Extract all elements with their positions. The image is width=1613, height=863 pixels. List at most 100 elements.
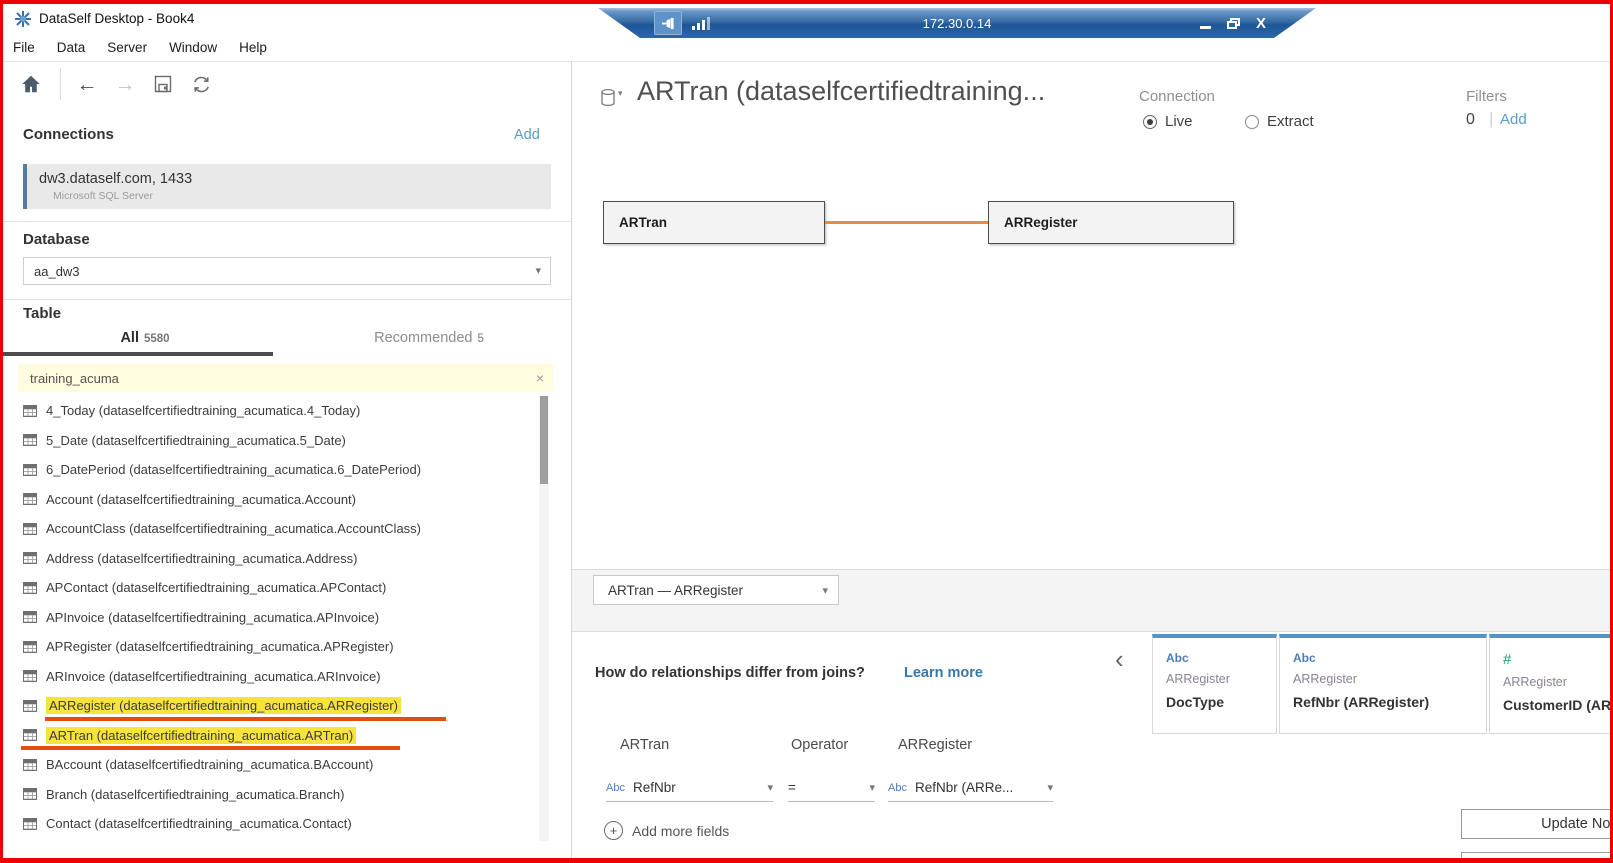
table-search: × [18,364,553,392]
sidebar-main-divider [571,61,572,858]
tab-recommended[interactable]: Recommended5 [287,324,571,356]
connection-live-option[interactable]: Live [1143,113,1193,130]
rdp-pin-button[interactable] [654,11,682,35]
table-list-item[interactable]: Address (dataselfcertifiedtraining_acuma… [20,544,536,574]
datasource-icon[interactable]: ▾ [600,88,617,113]
menu-help[interactable]: Help [239,37,279,58]
table-list-item-arregister-highlighted[interactable]: ARRegister (dataselfcertifiedtraining_ac… [20,691,536,721]
relationship-pair-value: ARTran — ARRegister [608,583,743,598]
rdp-close-button[interactable]: X [1256,15,1266,32]
filters-label: Filters [1466,88,1507,105]
table-list-item[interactable]: 5_Date (dataselfcertifiedtraining_acumat… [20,426,536,456]
app-logo-icon [14,10,32,28]
table-grid-icon [23,493,37,505]
abc-type-icon: Abc [606,782,625,794]
relationship-pair-select[interactable]: ARTran — ARRegister ▾ [593,575,839,605]
search-input[interactable] [18,370,527,387]
update-now-button[interactable]: Update Now [1461,809,1613,839]
preview-column-doctype[interactable]: Abc ARRegister DocType [1152,634,1277,734]
connection-extract-option[interactable]: Extract [1245,113,1314,130]
preview-column-refnbr[interactable]: Abc ARRegister RefNbr (ARRegister) [1279,634,1487,734]
home-button[interactable] [17,70,45,98]
clear-search-icon[interactable]: × [527,370,553,386]
connection-server: dw3.dataself.com, 1433 [39,171,551,187]
operator-header: Operator [791,737,848,753]
table-list-item[interactable]: Branch (dataselfcertifiedtraining_acumat… [20,780,536,810]
menu-data[interactable]: Data [57,37,98,58]
table-list-item[interactable]: Contact (dataselfcertifiedtraining_acuma… [20,809,536,839]
menu-server[interactable]: Server [107,37,159,58]
radio-live-selected[interactable] [1143,115,1157,129]
chevron-down-icon: ▾ [869,781,875,794]
column-table-name: ARRegister [1166,672,1276,686]
add-filter-link[interactable]: Add [1500,111,1527,128]
table-grid-icon [23,582,37,594]
table-grid-icon [23,464,37,476]
abc-type-icon: Abc [888,782,907,794]
add-more-fields-button[interactable]: + Add more fields [604,821,729,840]
toolbar-separator [60,68,61,100]
menubar-divider [3,61,1610,62]
refresh-button[interactable] [187,70,215,98]
rdp-minimize-button[interactable] [1200,26,1211,29]
table-grid-icon [23,788,37,800]
connection-type: Microsoft SQL Server [53,190,551,202]
preview-column-customerid[interactable]: # ARRegister CustomerID (AR [1489,634,1613,734]
column-field-name: DocType [1166,694,1276,710]
table-grid-icon [23,729,37,741]
rdp-restore-button[interactable] [1227,18,1240,29]
collapse-panel-chevron[interactable]: ‹ [1115,646,1124,672]
table-list: 4_Today (dataselfcertifiedtraining_acuma… [20,396,536,839]
table-list-item[interactable]: APContact (dataselfcertifiedtraining_acu… [20,573,536,603]
menu-file[interactable]: File [13,37,47,58]
scrollbar-thumb[interactable] [540,396,548,484]
column-table-name: ARRegister [1293,672,1486,686]
table-list-item[interactable]: 6_DatePeriod (dataselfcertifiedtraining_… [20,455,536,485]
table-list-item[interactable]: Account (dataselfcertifiedtraining_acuma… [20,485,536,515]
radio-extract[interactable] [1245,115,1259,129]
table-list-item[interactable]: AccountClass (dataselfcertifiedtraining_… [20,514,536,544]
refresh-icon [191,74,212,95]
menu-window[interactable]: Window [169,37,229,58]
relationship-line[interactable] [825,221,988,224]
pin-icon [661,17,676,30]
table-list-item[interactable]: ARInvoice (dataselfcertifiedtraining_acu… [20,662,536,692]
tab-all-count: 5580 [144,333,170,345]
table-list-item-artran-highlighted[interactable]: ARTran (dataselfcertifiedtraining_acumat… [20,721,536,751]
chevron-down-icon: ▾ [822,584,828,597]
table-grid-icon [23,523,37,535]
add-connection-link[interactable]: Add [514,127,540,143]
abc-type-icon: Abc [1293,651,1486,665]
chevron-down-icon: ▾ [618,88,623,99]
database-select[interactable]: aa_dw3 ▾ [23,257,551,285]
connection-item[interactable]: dw3.dataself.com, 1433 Microsoft SQL Ser… [23,164,551,209]
radio-live-label: Live [1165,113,1193,130]
section-divider [3,299,571,300]
rdp-ip-address: 172.30.0.14 [640,16,1274,31]
update-now-label: Update Now [1541,816,1613,832]
learn-more-link[interactable]: Learn more [904,665,983,681]
update-automatically-button[interactable]: Update Aut [1461,852,1613,863]
table-list-item[interactable]: APInvoice (dataselfcertifiedtraining_acu… [20,603,536,633]
menu-bar: File Data Server Window Help [3,34,289,60]
chevron-down-icon: ▾ [1047,781,1053,794]
datasource-title[interactable]: ARTran (dataselfcertifiedtraining... [637,76,1045,107]
right-table-header: ARRegister [898,737,972,753]
forward-button[interactable]: → [111,70,139,98]
canvas-table-artran[interactable]: ARTran [603,201,825,244]
operator-value: = [788,780,796,795]
back-button[interactable]: ← [73,70,101,98]
operator-select[interactable]: = ▾ [788,774,875,802]
left-field-select[interactable]: Abc RefNbr ▾ [606,774,773,802]
left-table-header: ARTran [620,737,669,753]
table-list-item[interactable]: 4_Today (dataselfcertifiedtraining_acuma… [20,396,536,426]
connections-heading: Connections [23,126,114,143]
right-field-select[interactable]: Abc RefNbr (ARRe... ▾ [888,774,1053,802]
save-button[interactable] [149,70,177,98]
canvas-table-arregister-label: ARRegister [1004,215,1078,230]
table-grid-icon [23,670,37,682]
canvas-table-arregister[interactable]: ARRegister [988,201,1234,244]
table-list-item[interactable]: APRegister (dataselfcertifiedtraining_ac… [20,632,536,662]
table-list-item[interactable]: BAccount (dataselfcertifiedtraining_acum… [20,750,536,780]
screenshot-root: DataSelf Desktop - Book4 File Data Serve… [0,0,1613,863]
